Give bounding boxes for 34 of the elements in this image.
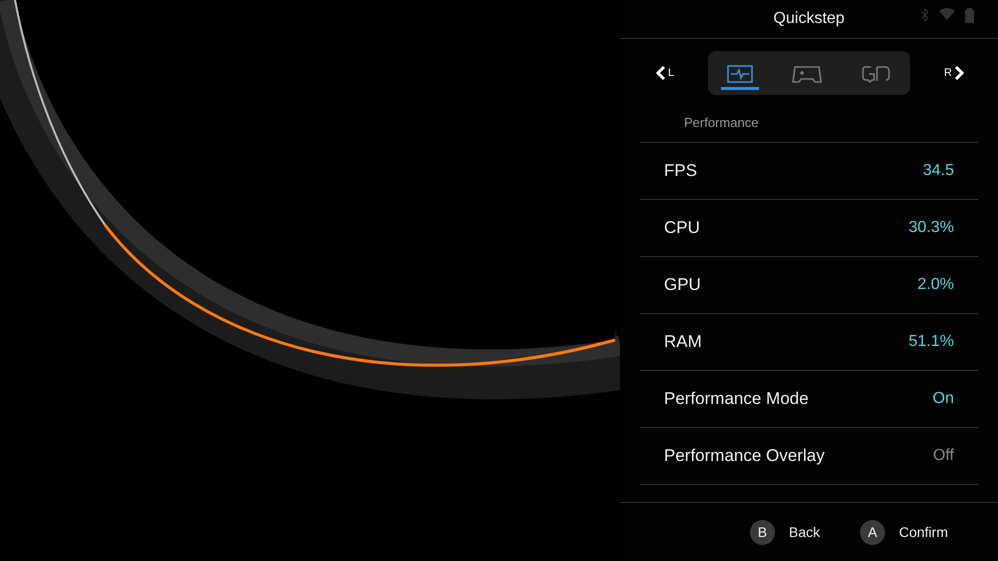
chevron-right-icon (954, 66, 964, 80)
setting-row[interactable]: RAM 51.1% (640, 314, 978, 371)
key-badge: A (860, 520, 885, 544)
battery-icon (965, 8, 974, 23)
panel-title: Quickstep (773, 10, 845, 28)
setting-row[interactable]: Performance Overlay Off (640, 428, 978, 485)
row-label: CPU (664, 218, 700, 238)
setting-row[interactable]: CPU 30.3% (640, 200, 978, 257)
metric-value: 2.0% (918, 276, 954, 294)
gyro-icon (860, 64, 891, 82)
row-label: FPS (664, 161, 698, 181)
hint-label: Confirm (898, 524, 948, 540)
wifi-icon (939, 8, 955, 20)
row-label: Performance Overlay (664, 446, 825, 466)
hint-label: Back (788, 524, 820, 540)
key-badge: B (750, 520, 775, 544)
metric-value: 34.5 (922, 162, 954, 180)
toggle-value: On (932, 390, 954, 408)
setting-row[interactable]: Performance Mode On (640, 371, 978, 428)
metric-value: 51.1% (908, 333, 954, 351)
setting-row[interactable]: GPU 2.0% (640, 257, 978, 314)
toggle-value: Off (932, 447, 954, 465)
left-bumper-hint[interactable]: L (656, 66, 674, 80)
setting-row[interactable]: FPS 34.5 (640, 143, 978, 200)
row-label: GPU (664, 275, 701, 295)
gamepad-icon (792, 64, 822, 82)
row-label: RAM (664, 332, 702, 352)
metric-value: 30.3% (908, 219, 954, 237)
right-bumper-hint[interactable]: R (944, 66, 964, 80)
pulse-monitor-icon (727, 64, 754, 82)
chevron-left-icon (656, 66, 666, 80)
section-heading: Performance (684, 115, 758, 130)
bluetooth-icon (921, 8, 929, 24)
row-label: Performance Mode (664, 389, 809, 409)
